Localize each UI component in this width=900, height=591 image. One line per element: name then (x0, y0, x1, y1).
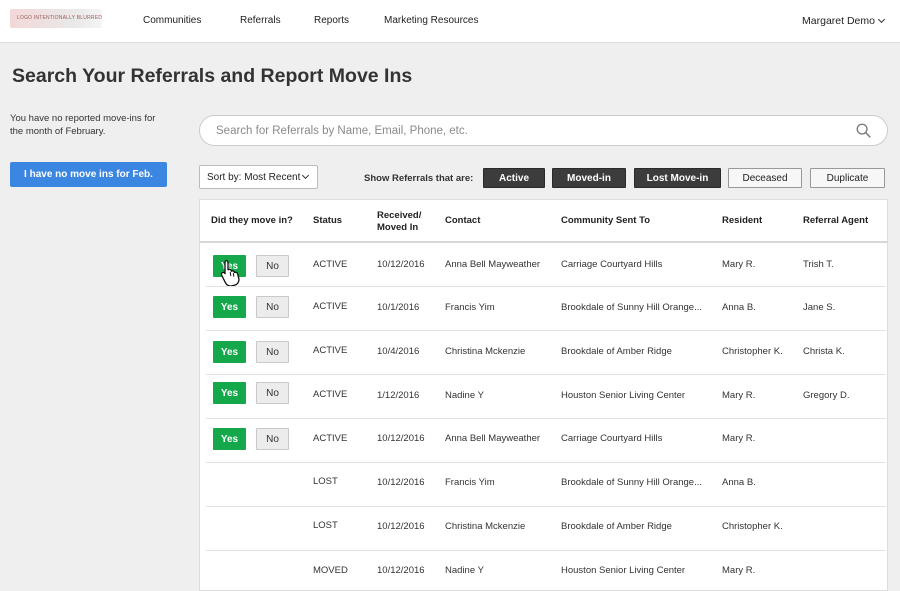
header-agent[interactable]: Referral Agent (803, 215, 868, 227)
yes-button[interactable]: Yes (213, 428, 246, 450)
cell-contact[interactable]: Christina Mckenzie (445, 346, 525, 357)
no-button[interactable]: No (256, 341, 289, 363)
user-menu[interactable]: Margaret Demo (802, 15, 886, 27)
cell-contact[interactable]: Francis Yim (445, 302, 495, 313)
cell-resident: Christopher K. (722, 521, 783, 532)
header-received[interactable]: Received/ Moved In (377, 210, 421, 233)
filter-lost-move-in-button[interactable]: Lost Move-in (634, 168, 721, 188)
table-row[interactable]: Yes No ACTIVE 10/12/2016 Anna Bell Maywe… (206, 419, 886, 463)
cell-date: 10/12/2016 (377, 521, 425, 532)
sort-label: Sort by: Most Recent (207, 172, 301, 183)
filter-active-button[interactable]: Active (483, 168, 545, 188)
cell-date: 10/12/2016 (377, 477, 425, 488)
page-title: Search Your Referrals and Report Move In… (12, 65, 413, 87)
cell-community: Houston Senior Living Center (561, 390, 686, 401)
cell-status: LOST (313, 476, 338, 487)
header-status[interactable]: Status (313, 215, 342, 227)
cell-resident: Anna B. (722, 477, 756, 488)
header-received-line2: Moved In (377, 221, 419, 233)
cell-agent: Jane S. (803, 302, 836, 313)
table-row[interactable]: Yes No ACTIVE 10/1/2016 Francis Yim Broo… (206, 287, 886, 331)
cell-community: Houston Senior Living Center (561, 565, 686, 576)
yes-button[interactable]: Yes (213, 296, 246, 318)
no-button[interactable]: No (256, 428, 289, 450)
cell-contact[interactable]: Nadine Y (445, 565, 484, 576)
cell-status: LOST (313, 520, 338, 531)
no-button[interactable]: No (256, 255, 289, 277)
cell-status: ACTIVE (313, 259, 348, 270)
cell-resident: Mary R. (722, 390, 756, 401)
table-row[interactable]: Yes No ACTIVE 10/12/2016 Anna Bell Maywe… (206, 243, 886, 287)
table-row[interactable]: LOST 10/12/2016 Francis Yim Brookdale of… (206, 463, 886, 507)
yes-button[interactable]: Yes (213, 341, 246, 363)
nav-link-referrals[interactable]: Referrals (240, 15, 281, 26)
cell-date: 10/4/2016 (377, 346, 420, 357)
cell-agent: Trish T. (803, 259, 834, 270)
cell-community: Brookdale of Sunny Hill Orange... (561, 302, 702, 313)
table-row[interactable]: Yes No ACTIVE 1/12/2016 Nadine Y Houston… (206, 375, 886, 419)
filter-deceased-button[interactable]: Deceased (728, 168, 802, 188)
nav-link-communities[interactable]: Communities (143, 15, 201, 26)
cell-status: ACTIVE (313, 301, 348, 312)
yes-button[interactable]: Yes (213, 382, 246, 404)
cell-date: 10/12/2016 (377, 259, 425, 270)
cell-date: 10/12/2016 (377, 433, 425, 444)
cell-resident: Mary R. (722, 565, 756, 576)
filter-duplicate-button[interactable]: Duplicate (810, 168, 885, 188)
cell-status: ACTIVE (313, 433, 348, 444)
move-in-notice: You have no reported move-ins for the mo… (10, 113, 156, 137)
cell-agent: Gregory D. (803, 390, 850, 401)
top-navbar: LOGO INTENTIONALLY BLURRED Communities R… (0, 0, 900, 43)
table-row[interactable]: LOST 10/12/2016 Christina Mckenzie Brook… (206, 507, 886, 551)
cell-contact[interactable]: Anna Bell Mayweather (445, 259, 540, 270)
cell-resident: Christopher K. (722, 346, 783, 357)
filter-moved-in-button[interactable]: Moved-in (552, 168, 626, 188)
chevron-down-icon (877, 15, 886, 24)
cell-date: 10/1/2016 (377, 302, 420, 313)
nav-link-reports[interactable]: Reports (314, 15, 349, 26)
table-row[interactable]: Yes No ACTIVE 10/4/2016 Christina Mckenz… (206, 331, 886, 375)
cell-contact[interactable]: Anna Bell Mayweather (445, 433, 540, 444)
brand-logo[interactable]: LOGO INTENTIONALLY BLURRED (10, 9, 102, 28)
cell-resident: Mary R. (722, 433, 756, 444)
header-move-in[interactable]: Did they move in? (211, 215, 293, 227)
header-received-line1: Received/ (377, 210, 422, 221)
cell-contact[interactable]: Francis Yim (445, 477, 495, 488)
cell-date: 1/12/2016 (377, 390, 420, 401)
cell-status: MOVED (313, 565, 348, 576)
header-resident[interactable]: Resident (722, 215, 762, 227)
chevron-down-icon (301, 171, 310, 180)
search-bar[interactable] (199, 115, 888, 146)
cell-contact[interactable]: Nadine Y (445, 390, 484, 401)
no-button[interactable]: No (256, 296, 289, 318)
cell-status: ACTIVE (313, 389, 348, 400)
user-name: Margaret Demo (802, 15, 875, 27)
cell-community: Brookdale of Sunny Hill Orange... (561, 477, 702, 488)
header-community[interactable]: Community Sent To (561, 215, 650, 227)
cell-agent: Christa K. (803, 346, 845, 357)
filter-label: Show Referrals that are: (364, 173, 474, 184)
search-icon[interactable] (856, 123, 871, 138)
sort-dropdown[interactable]: Sort by: Most Recent (199, 165, 318, 189)
cell-resident: Anna B. (722, 302, 756, 313)
cell-status: ACTIVE (313, 345, 348, 356)
no-move-ins-button[interactable]: I have no move ins for Feb. (10, 162, 167, 187)
cell-date: 10/12/2016 (377, 565, 425, 576)
cell-community: Carriage Courtyard Hills (561, 433, 663, 444)
nav-link-marketing-resources[interactable]: Marketing Resources (384, 15, 478, 26)
cell-community: Brookdale of Amber Ridge (561, 521, 672, 532)
search-input[interactable] (216, 116, 836, 145)
cell-community: Brookdale of Amber Ridge (561, 346, 672, 357)
cell-community: Carriage Courtyard Hills (561, 259, 663, 270)
header-contact[interactable]: Contact (445, 215, 480, 227)
cell-resident: Mary R. (722, 259, 756, 270)
referrals-table: Did they move in? Status Received/ Moved… (199, 199, 888, 591)
hand-pointer-icon (220, 259, 240, 286)
cell-contact[interactable]: Christina Mckenzie (445, 521, 525, 532)
table-row[interactable]: MOVED 10/12/2016 Nadine Y Houston Senior… (206, 551, 886, 591)
no-button[interactable]: No (256, 382, 289, 404)
